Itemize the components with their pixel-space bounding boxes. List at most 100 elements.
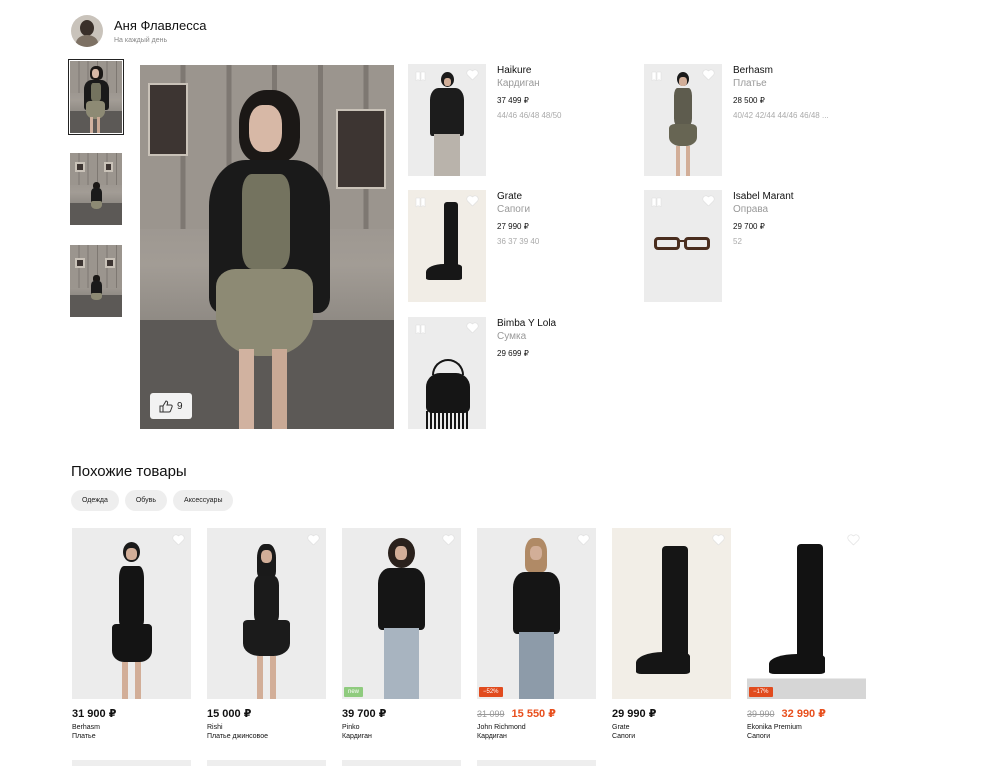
look-item[interactable]: Isabel Marant Оправа 29 700 ₽ 52 <box>644 190 874 302</box>
heart-icon[interactable] <box>702 195 715 207</box>
product-brand: Grate <box>497 191 523 202</box>
product-brand: Haikure <box>497 65 532 76</box>
product-type: Платье джинсовое <box>207 733 268 740</box>
heart-icon[interactable] <box>712 534 725 546</box>
product-type: Кардиган <box>477 733 507 740</box>
product-type: Оправа <box>733 204 769 215</box>
product-price: 27 990 ₽ <box>497 222 529 231</box>
main-look-photo[interactable]: 9 <box>140 65 394 429</box>
heart-icon[interactable] <box>847 534 860 546</box>
heart-icon[interactable] <box>307 534 320 546</box>
heart-icon[interactable] <box>466 69 479 81</box>
product-brand: Ekonika Premium <box>747 724 802 731</box>
bookmark-icon[interactable] <box>415 70 427 82</box>
product-brand: Rishi <box>207 724 223 731</box>
product-type: Сапоги <box>497 204 531 215</box>
product-price: 32 990 ₽ <box>781 708 826 720</box>
product-image[interactable]: −52% <box>477 528 596 699</box>
product-brand: Berhasm <box>733 65 774 76</box>
similar-products-title: Похожие товары <box>71 463 187 480</box>
product-price: 15 000 ₽ <box>207 708 252 720</box>
product-sizes: 40/42 42/44 44/46 46/48 ... <box>733 111 829 120</box>
product-card[interactable]: 31 900 ₽ Berhasm Платье <box>72 528 191 740</box>
chip-shoes[interactable]: Обувь <box>124 490 168 511</box>
product-price: 37 499 ₽ <box>497 96 529 105</box>
author-subtitle: На каждый день <box>114 37 168 44</box>
heart-icon[interactable] <box>442 534 455 546</box>
product-type: Платье <box>72 733 96 740</box>
product-type: Платье <box>733 78 767 89</box>
product-card[interactable]: −52% 31 099 15 550 ₽ John Richmond Карди… <box>477 528 596 740</box>
product-card[interactable]: −17% 39 990 32 990 ₽ Ekonika Premium Сап… <box>747 528 866 740</box>
product-price: 29 700 ₽ <box>733 222 765 231</box>
look-item[interactable]: Berhasm Платье 28 500 ₽ 40/42 42/44 44/4… <box>644 64 874 176</box>
product-grid: 31 900 ₽ Berhasm Платье 15 000 ₽ Rishi П… <box>72 528 866 740</box>
product-price: 15 550 ₽ <box>511 708 556 720</box>
product-brand: Bimba Y Lola <box>497 318 557 329</box>
next-row-card <box>477 760 596 766</box>
chip-accessories[interactable]: Аксессуары <box>173 490 234 511</box>
product-brand: John Richmond <box>477 724 526 731</box>
thumbnail-1[interactable] <box>68 59 124 135</box>
product-brand: Grate <box>612 724 630 731</box>
product-image[interactable]: new <box>342 528 461 699</box>
avatar[interactable] <box>71 15 103 47</box>
product-type: Сапоги <box>612 733 636 740</box>
heart-icon[interactable] <box>702 69 715 81</box>
product-image[interactable] <box>72 528 191 699</box>
author-name[interactable]: Аня Флавлесса <box>114 18 206 34</box>
heart-icon[interactable] <box>466 322 479 334</box>
thumbnail-2[interactable] <box>70 153 122 225</box>
product-type: Кардиган <box>497 78 540 89</box>
bookmark-icon[interactable] <box>651 70 663 82</box>
product-price: 28 500 ₽ <box>733 96 765 105</box>
bookmark-icon[interactable] <box>651 196 663 208</box>
like-button[interactable]: 9 <box>150 393 192 419</box>
look-item[interactable]: Bimba Y Lola Сумка 29 699 ₽ <box>408 317 638 429</box>
product-image[interactable] <box>408 64 486 176</box>
look-item[interactable]: Haikure Кардиган 37 499 ₽ 44/46 46/48 48… <box>408 64 638 176</box>
product-image[interactable] <box>644 190 722 302</box>
old-price: 31 099 <box>477 709 505 719</box>
product-sizes: 44/46 46/48 48/50 <box>497 111 562 120</box>
bookmark-icon[interactable] <box>415 323 427 335</box>
look-item[interactable]: Grate Сапоги 27 990 ₽ 36 37 39 40 <box>408 190 638 302</box>
discount-badge: −17% <box>749 687 773 697</box>
product-type: Кардиган <box>342 733 372 740</box>
product-brand: Isabel Marant <box>733 191 794 202</box>
product-price: 29 699 ₽ <box>497 349 529 358</box>
next-row-card <box>207 760 326 766</box>
product-image[interactable] <box>612 528 731 699</box>
author-header[interactable]: Аня Флавлесса На каждый день <box>71 15 206 47</box>
thumbnail-3[interactable] <box>70 245 122 317</box>
heart-icon[interactable] <box>172 534 185 546</box>
next-row-card <box>72 760 191 766</box>
product-price: 39 700 ₽ <box>342 708 387 720</box>
product-brand: Berhasm <box>72 724 101 731</box>
product-card[interactable]: 15 000 ₽ Rishi Платье джинсовое <box>207 528 326 740</box>
product-image[interactable] <box>207 528 326 699</box>
product-image[interactable] <box>408 317 486 429</box>
next-row-card <box>342 760 461 766</box>
like-count: 9 <box>177 400 183 412</box>
category-chips: Одежда Обувь Аксессуары <box>71 490 234 511</box>
old-price: 39 990 <box>747 709 775 719</box>
product-price: 31 900 ₽ <box>72 708 117 720</box>
bookmark-icon[interactable] <box>415 196 427 208</box>
product-card[interactable]: new 39 700 ₽ Pinko Кардиган <box>342 528 461 740</box>
photo-thumbnails <box>68 59 126 337</box>
discount-badge: −52% <box>479 687 503 697</box>
product-price: 29 990 ₽ <box>612 708 657 720</box>
product-sizes: 36 37 39 40 <box>497 237 540 246</box>
product-sizes: 52 <box>733 237 742 246</box>
product-card[interactable]: 29 990 ₽ Grate Сапоги <box>612 528 731 740</box>
chip-clothing[interactable]: Одежда <box>71 490 119 511</box>
product-image[interactable] <box>408 190 486 302</box>
new-badge: new <box>344 687 364 697</box>
product-image[interactable] <box>644 64 722 176</box>
heart-icon[interactable] <box>466 195 479 207</box>
product-image[interactable]: −17% <box>747 528 866 699</box>
thumbs-up-icon <box>159 399 173 412</box>
product-type: Сумка <box>497 331 527 342</box>
heart-icon[interactable] <box>577 534 590 546</box>
